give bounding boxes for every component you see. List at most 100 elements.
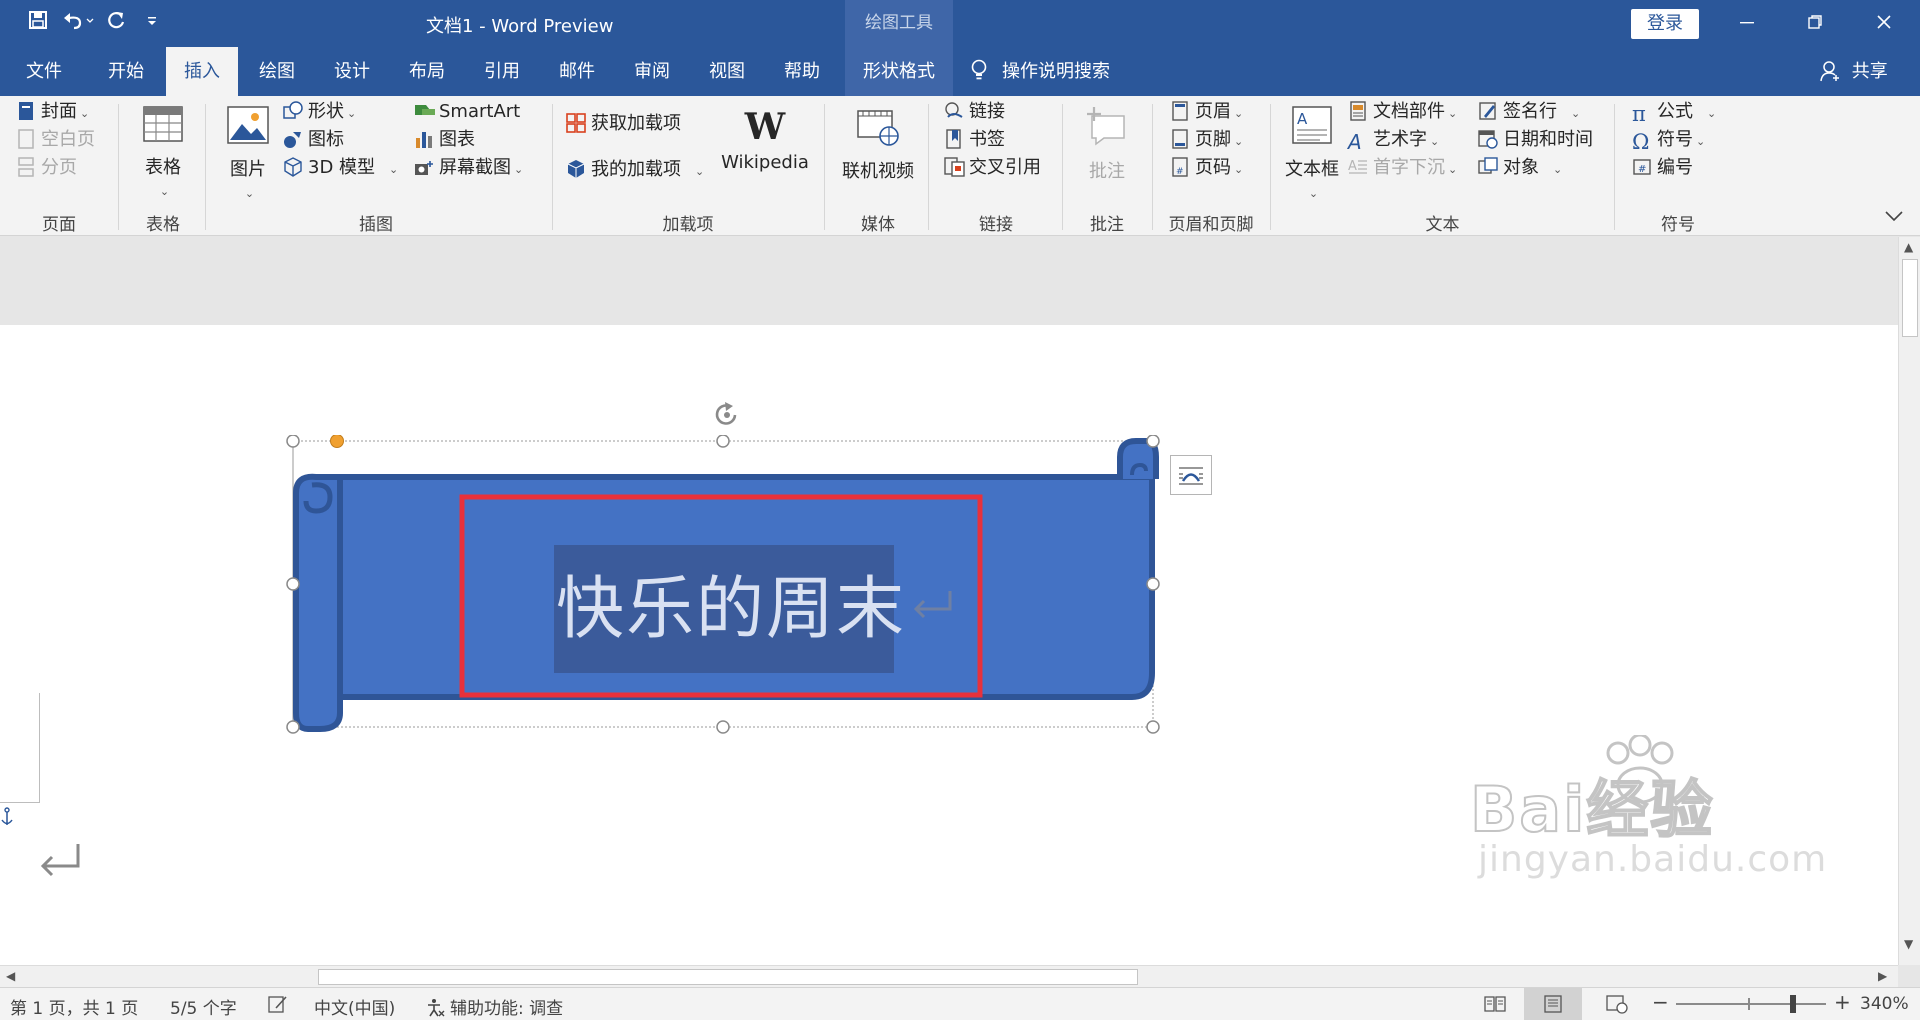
language-indicator[interactable]: 中文(中国): [314, 994, 395, 1019]
document-page[interactable]: 快乐的周末 Bai经验 jingyan.baidu.com: [0, 325, 1898, 965]
zoom-out-icon[interactable]: −: [1652, 990, 1669, 1014]
my-addins-button[interactable]: 我的加载项 ⌄: [566, 158, 704, 184]
pi-icon: π: [1632, 102, 1646, 126]
footer-button[interactable]: 页脚 ⌄: [1170, 128, 1243, 154]
symbol-button[interactable]: Ω 符号 ⌄: [1632, 128, 1705, 154]
zoom-level[interactable]: 340%: [1860, 994, 1909, 1014]
store-icon: [566, 113, 586, 133]
tab-file[interactable]: 文件: [8, 47, 80, 96]
separator: [118, 104, 119, 230]
redo-icon[interactable]: [106, 10, 126, 36]
textbox-button[interactable]: A 文本框 ⌄: [1280, 106, 1344, 202]
equation-button[interactable]: π 公式 ⌄: [1632, 100, 1716, 126]
tab-view[interactable]: 视图: [692, 47, 762, 96]
lightbulb-icon: [970, 47, 988, 96]
link-button[interactable]: 链接: [944, 100, 1005, 124]
rotate-handle-icon[interactable]: [707, 400, 747, 435]
page-number-button[interactable]: # 页码 ⌄: [1170, 156, 1243, 182]
wordart-button[interactable]: A 艺术字 ⌄: [1348, 128, 1439, 154]
tab-review[interactable]: 审阅: [617, 47, 687, 96]
separator: [928, 104, 929, 230]
smartart-button[interactable]: SmartArt: [414, 100, 520, 124]
object-icon: [1478, 157, 1498, 177]
cross-reference-button[interactable]: 交叉引用: [944, 156, 1041, 180]
print-layout-icon[interactable]: [1524, 988, 1582, 1020]
tab-draw[interactable]: 绘图: [242, 47, 312, 96]
share-label: 共享: [1851, 61, 1888, 82]
header-button[interactable]: 页眉 ⌄: [1170, 100, 1243, 126]
login-button[interactable]: 登录: [1631, 9, 1699, 39]
chart-button[interactable]: 图表: [414, 128, 475, 152]
web-layout-icon[interactable]: [1606, 994, 1628, 1019]
shapes-button[interactable]: 形状 ⌄: [283, 100, 356, 126]
anchor-icon[interactable]: [0, 807, 14, 832]
share-button[interactable]: 共享: [1820, 47, 1888, 96]
scroll-up-icon[interactable]: ▲: [1904, 240, 1913, 254]
number-button[interactable]: # 编号: [1632, 156, 1693, 180]
tab-layout[interactable]: 布局: [392, 47, 462, 96]
shapes-icon: [283, 101, 303, 121]
tell-me-search[interactable]: 操作说明搜索: [970, 47, 1110, 96]
horizontal-scroll-thumb[interactable]: [318, 969, 1138, 985]
close-icon[interactable]: [1864, 8, 1904, 38]
restore-icon[interactable]: [1795, 8, 1835, 38]
drop-cap-button[interactable]: A 首字下沉 ⌄: [1348, 156, 1457, 182]
scroll-down-icon[interactable]: ▼: [1904, 937, 1913, 951]
picture-button[interactable]: 图片 ⌄: [216, 106, 280, 202]
proofing-icon[interactable]: [268, 994, 288, 1019]
online-video-button[interactable]: 联机视频: [834, 108, 922, 183]
object-button[interactable]: 对象 ⌄: [1478, 156, 1562, 182]
table-button[interactable]: 表格 ⌄: [128, 106, 198, 200]
document-canvas[interactable]: 快乐的周末 Bai经验 jingyan.baidu.com: [0, 237, 1898, 965]
blank-page-button[interactable]: 空白页: [16, 128, 95, 152]
shape-text[interactable]: 快乐的周末: [556, 570, 906, 650]
zoom-slider[interactable]: [1676, 1003, 1826, 1005]
new-comment-button[interactable]: 批注: [1072, 106, 1142, 183]
customize-quick-access-icon[interactable]: [146, 10, 158, 36]
word-count[interactable]: 5/5 个字: [170, 994, 237, 1019]
page-count[interactable]: 第 1 页，共 1 页: [10, 994, 138, 1019]
group-label-header-footer: 页眉和页脚: [1168, 215, 1254, 235]
scroll-left-icon[interactable]: ◀: [6, 969, 15, 983]
horizontal-scrollbar[interactable]: ◀ ▶: [0, 965, 1898, 987]
zoom-slider-thumb[interactable]: [1790, 995, 1796, 1013]
wikipedia-button[interactable]: W Wikipedia: [720, 108, 810, 173]
page-break-button[interactable]: 分页: [16, 156, 77, 180]
svg-text:A: A: [1297, 110, 1308, 128]
quick-parts-button[interactable]: 文档部件 ⌄: [1348, 100, 1457, 126]
scroll-right-icon[interactable]: ▶: [1878, 969, 1887, 983]
minimize-icon[interactable]: [1727, 8, 1767, 38]
collapse-ribbon-icon[interactable]: [1884, 208, 1904, 228]
group-label-pages: 页面: [42, 215, 76, 235]
3d-models-button[interactable]: 3D 模型 ⌄: [283, 156, 398, 182]
tab-shape-format[interactable]: 形状格式: [845, 47, 953, 96]
vertical-scroll-thumb[interactable]: [1902, 259, 1918, 337]
accessibility-status[interactable]: 辅助功能: 调查: [426, 994, 563, 1019]
tab-home[interactable]: 开始: [90, 47, 162, 96]
person-icon: [1820, 61, 1852, 82]
bookmark-button[interactable]: 书签: [944, 128, 1005, 152]
tab-design[interactable]: 设计: [317, 47, 387, 96]
undo-icon[interactable]: [60, 10, 94, 36]
group-label-comments: 批注: [1090, 215, 1124, 235]
cover-page-button[interactable]: 封面 ⌄: [16, 100, 89, 126]
addin-cube-icon: [566, 159, 586, 179]
tab-mailings[interactable]: 邮件: [542, 47, 612, 96]
separator: [1614, 104, 1615, 230]
number-icon: #: [1632, 157, 1652, 177]
page-break-icon: [16, 157, 36, 177]
tab-insert[interactable]: 插入: [166, 47, 238, 96]
vertical-scrollbar[interactable]: ▲ ▼: [1898, 237, 1920, 965]
icons-button[interactable]: 图标: [283, 128, 344, 152]
date-time-button[interactable]: 日期和时间: [1478, 128, 1593, 152]
zoom-in-icon[interactable]: +: [1834, 990, 1851, 1014]
save-icon[interactable]: [28, 10, 48, 36]
signature-line-button[interactable]: 签名行 ⌄: [1478, 100, 1580, 126]
tab-help[interactable]: 帮助: [767, 47, 837, 96]
layout-options-icon[interactable]: [1170, 455, 1212, 495]
header-icon: [1170, 101, 1190, 121]
get-addins-button[interactable]: 获取加载项: [566, 112, 681, 136]
screenshot-button[interactable]: 屏幕截图 ⌄: [414, 156, 523, 182]
tab-references[interactable]: 引用: [467, 47, 537, 96]
read-mode-icon[interactable]: [1484, 994, 1506, 1019]
